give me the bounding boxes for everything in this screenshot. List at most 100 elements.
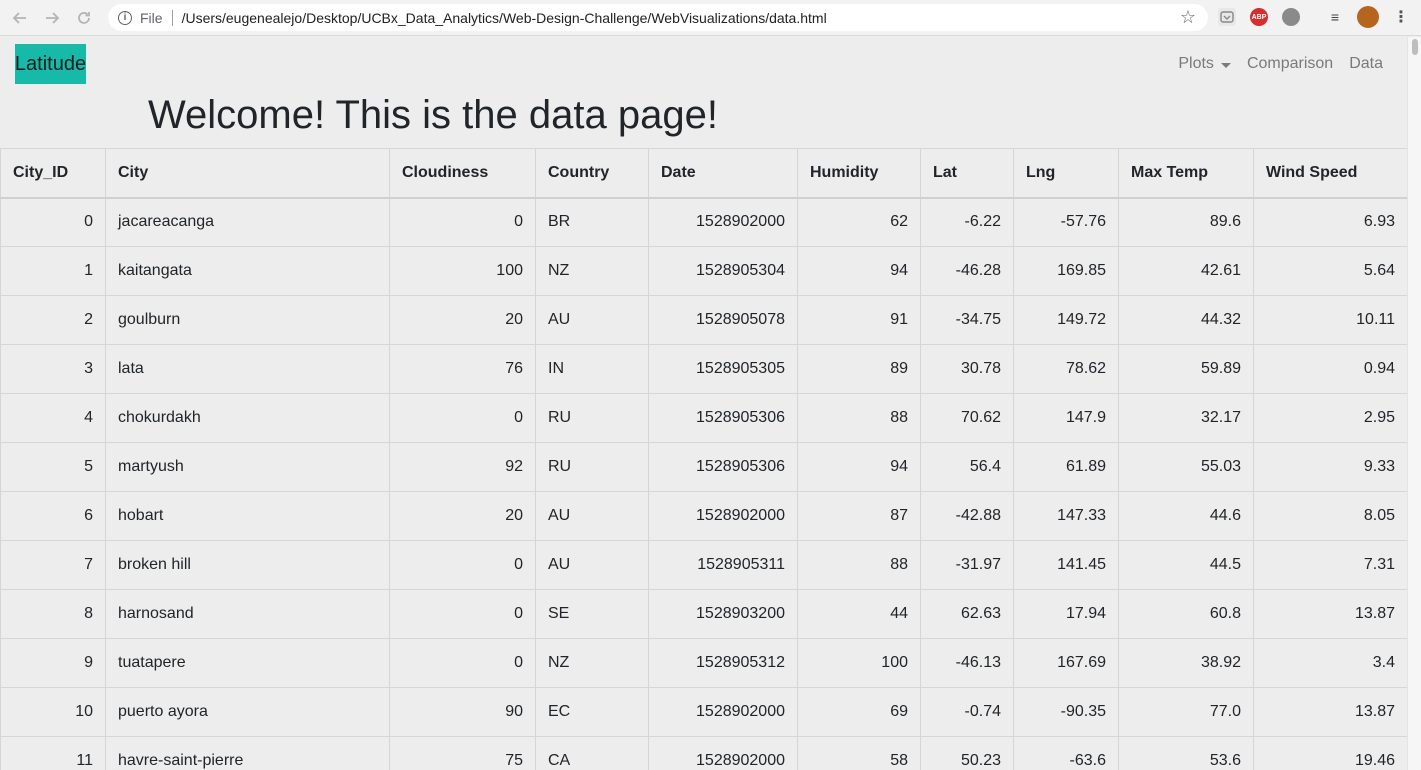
table-cell: RU — [535, 442, 649, 492]
table-cell: 1528905078 — [648, 295, 798, 345]
table-cell: 91 — [797, 295, 921, 345]
table-cell: 61.89 — [1013, 442, 1119, 492]
reload-icon[interactable] — [73, 7, 95, 29]
table-cell: martyush — [105, 442, 390, 492]
table-cell: 70.62 — [920, 393, 1014, 443]
table-cell: -31.97 — [920, 540, 1014, 590]
table-cell: EC — [535, 687, 649, 737]
table-cell: 58 — [797, 736, 921, 770]
extension-circle-icon[interactable] — [1282, 8, 1300, 26]
table-cell: 169.85 — [1013, 246, 1119, 296]
table-cell: 1528902000 — [648, 491, 798, 541]
table-header-row: City_ID City Cloudiness Country Date Humidity… — [0, 148, 1407, 199]
nav-plots-dropdown[interactable]: Plots — [1178, 55, 1231, 73]
table-cell: havre-saint-pierre — [105, 736, 390, 770]
table-cell: 13.87 — [1253, 589, 1407, 639]
table-cell: 1528905306 — [648, 393, 798, 443]
table-cell: -34.75 — [920, 295, 1014, 345]
table-cell: 56.4 — [920, 442, 1014, 492]
column-header: Date — [648, 148, 798, 199]
page-title: Welcome! This is the data page! — [148, 93, 718, 137]
table-cell: 9 — [0, 638, 106, 688]
table-cell: 1528905305 — [648, 344, 798, 394]
table-cell: 1528902000 — [648, 736, 798, 770]
table-cell: -42.88 — [920, 491, 1014, 541]
table-cell: 8.05 — [1253, 491, 1407, 541]
table-cell: hobart — [105, 491, 390, 541]
table-cell: 6.93 — [1253, 197, 1407, 247]
reading-list-icon[interactable]: ≡ — [1326, 8, 1344, 26]
table-cell: 7.31 — [1253, 540, 1407, 590]
table-cell: CA — [535, 736, 649, 770]
vertical-scrollbar[interactable] — [1407, 37, 1421, 770]
table-cell: 75 — [389, 736, 536, 770]
column-header: Cloudiness — [389, 148, 536, 199]
table-cell: 50.23 — [920, 736, 1014, 770]
table-row: 11 havre-saint-pierre 75 CA 1528902000 58 50.2… — [0, 736, 1407, 770]
table-cell: 88 — [797, 393, 921, 443]
column-header: Max Temp — [1118, 148, 1254, 199]
navbar-brand[interactable]: Latitude — [15, 44, 86, 84]
table-cell: 53.6 — [1118, 736, 1254, 770]
avatar[interactable] — [1357, 6, 1379, 28]
url-text[interactable]: /Users/eugenealejo/Desktop/UCBx_Data_Ana… — [182, 10, 827, 26]
table-cell: 42.61 — [1118, 246, 1254, 296]
table-cell: 13.87 — [1253, 687, 1407, 737]
table-row: 4 chokurdakh 0 RU 1528905306 88 70.62 147.9 32.1… — [0, 393, 1407, 443]
back-arrow-icon[interactable] — [9, 7, 31, 29]
table-cell: 90 — [389, 687, 536, 737]
table-cell: 100 — [389, 246, 536, 296]
table-cell: harnosand — [105, 589, 390, 639]
table-cell: 3.4 — [1253, 638, 1407, 688]
data-table: City_ID City Cloudiness Country Date Humidity… — [0, 148, 1407, 770]
table-cell: 2.95 — [1253, 393, 1407, 443]
table-cell: 87 — [797, 491, 921, 541]
table-cell: kaitangata — [105, 246, 390, 296]
table-cell: 92 — [389, 442, 536, 492]
table-cell: AU — [535, 295, 649, 345]
table-cell: chokurdakh — [105, 393, 390, 443]
table-cell: 10.11 — [1253, 295, 1407, 345]
address-bar[interactable]: i File /Users/eugenealejo/Desktop/UCBx_D… — [108, 4, 1208, 31]
nav-comparison[interactable]: Comparison — [1247, 55, 1333, 73]
info-icon[interactable]: i — [118, 10, 132, 25]
table-cell: 44.6 — [1118, 491, 1254, 541]
table-cell: 77.0 — [1118, 687, 1254, 737]
table-cell: -46.13 — [920, 638, 1014, 688]
star-icon[interactable]: ☆ — [1180, 7, 1196, 28]
table-cell: 100 — [797, 638, 921, 688]
table-cell: goulburn — [105, 295, 390, 345]
browser-nav-buttons — [9, 7, 101, 29]
nav-plots-label: Plots — [1178, 55, 1214, 72]
table-cell: AU — [535, 491, 649, 541]
table-cell: lata — [105, 344, 390, 394]
table-cell: -46.28 — [920, 246, 1014, 296]
table-cell: 88 — [797, 540, 921, 590]
menu-dots-icon[interactable]: ⋮ — [1392, 8, 1410, 26]
table-cell: -63.6 — [1013, 736, 1119, 770]
nav-data[interactable]: Data — [1349, 55, 1383, 73]
table-cell: 149.72 — [1013, 295, 1119, 345]
table-cell: 55.03 — [1118, 442, 1254, 492]
forward-arrow-icon[interactable] — [41, 7, 63, 29]
adblock-icon[interactable]: ABP — [1250, 8, 1268, 26]
table-cell: 1528903200 — [648, 589, 798, 639]
table-row: 3 lata 76 IN 1528905305 89 30.78 78.62 59.89 0.94 — [0, 344, 1407, 394]
table-cell: NZ — [535, 246, 649, 296]
table-cell: SE — [535, 589, 649, 639]
scrollbar-thumb[interactable] — [1412, 39, 1418, 55]
table-row: 7 broken hill 0 AU 1528905311 88 -31.97 141.45 4… — [0, 540, 1407, 590]
table-cell: 1528905311 — [648, 540, 798, 590]
table-cell: 7 — [0, 540, 106, 590]
table-cell: 44 — [797, 589, 921, 639]
table-row: 1 kaitangata 100 NZ 1528905304 94 -46.28 169.85… — [0, 246, 1407, 296]
extension-pocket-icon[interactable] — [1218, 8, 1236, 26]
table-cell: 10 — [0, 687, 106, 737]
table-row: 0 jacareacanga 0 BR 1528902000 62 -6.22 -57.76 8… — [0, 197, 1407, 247]
column-header: City — [105, 148, 390, 199]
table-cell: 44.5 — [1118, 540, 1254, 590]
table-row: 2 goulburn 20 AU 1528905078 91 -34.75 149.72 44.… — [0, 295, 1407, 345]
table-cell: 89.6 — [1118, 197, 1254, 247]
table-cell: 11 — [0, 736, 106, 770]
table-cell: 62.63 — [920, 589, 1014, 639]
